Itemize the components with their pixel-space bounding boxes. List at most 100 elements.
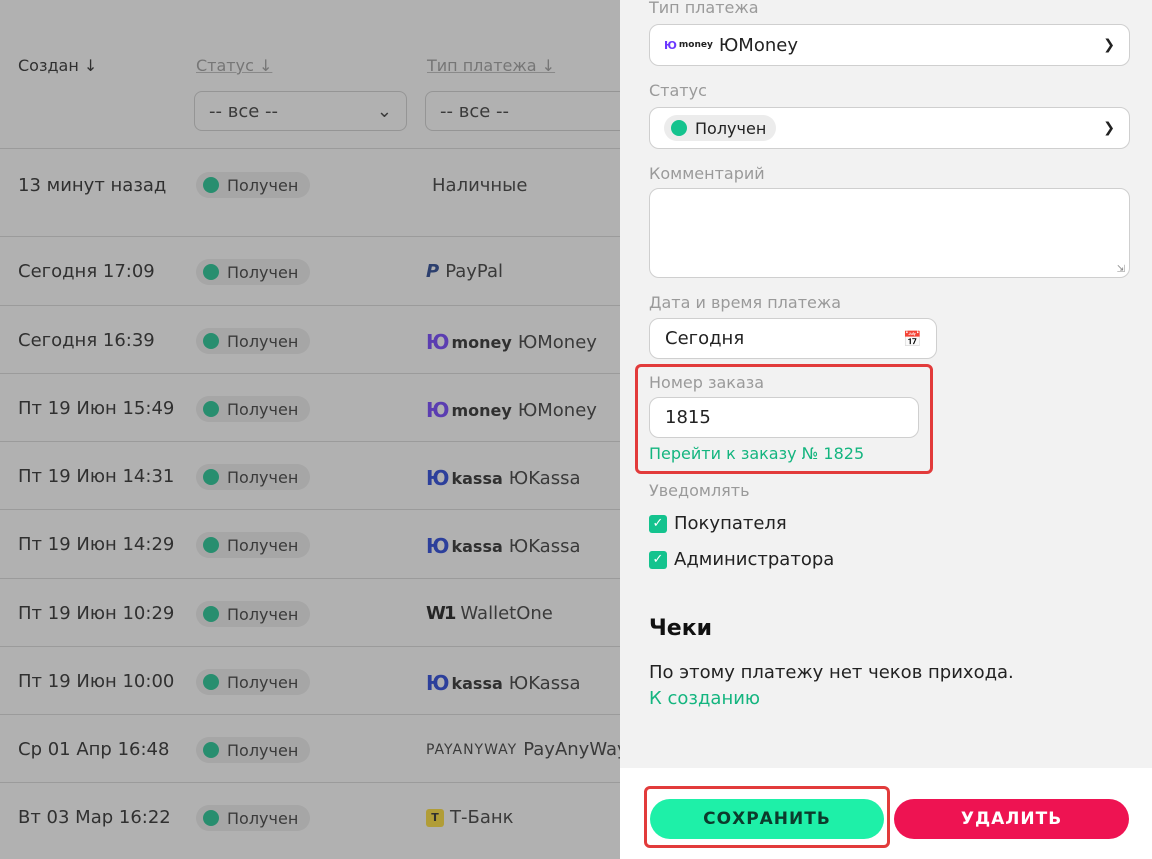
table-row[interactable]: Пт 19 Июн 10:00 Получен Юkassa ЮKassa: [0, 646, 620, 714]
status-filter-value: -- все --: [209, 100, 279, 122]
status-text: Получен: [227, 331, 299, 351]
notify-admin-checkbox[interactable]: ✓ Администратора: [649, 549, 834, 570]
payment-type-cell: W1 WalletOne: [426, 603, 553, 624]
status-dot-icon: [203, 264, 219, 280]
payment-type-cell: Юmoney ЮMoney: [426, 330, 597, 354]
table-row[interactable]: Пт 19 Июн 10:29 Получен W1 WalletOne: [0, 578, 620, 646]
payment-type-text: ЮKassa: [508, 672, 581, 694]
payanyway-logo-icon: PAYANYWAY: [426, 741, 518, 758]
status-dot-icon: [203, 177, 219, 193]
status-label: Статус: [649, 81, 707, 100]
payment-type-cell: Юkassa ЮKassa: [426, 534, 581, 558]
status-dot-icon: [203, 469, 219, 485]
status-badge: Получен: [664, 115, 777, 141]
yookassa-logo-icon: Юkassa: [426, 466, 503, 490]
status-dot-icon: [203, 401, 219, 417]
create-receipt-link[interactable]: К созданию: [649, 688, 760, 709]
status-dot-icon: [671, 120, 687, 136]
payment-type-label: Тип платежа: [649, 0, 759, 17]
payment-edit-panel: Тип платежа Юmoney ЮMoney ❯ Статус Получ…: [620, 0, 1152, 859]
status-text: Получен: [227, 399, 299, 419]
yookassa-logo-icon: Юkassa: [426, 671, 503, 695]
column-header-payment-type[interactable]: Тип платежа ↓: [427, 56, 555, 75]
order-number-input[interactable]: 1815: [649, 397, 919, 438]
comment-label: Комментарий: [649, 164, 765, 183]
payment-type-select[interactable]: Юmoney ЮMoney ❯: [649, 24, 1130, 66]
calendar-icon[interactable]: 📅: [903, 330, 922, 348]
status-value: Получен: [695, 118, 767, 138]
type-filter-select[interactable]: -- все --: [425, 91, 620, 131]
status-dot-icon: [203, 537, 219, 553]
status-dot-icon: [203, 810, 219, 826]
status-text: Получен: [227, 467, 299, 487]
resize-handle-icon[interactable]: ⇲: [1117, 264, 1125, 275]
tbank-logo-icon: T: [426, 808, 444, 827]
payment-type-text: ЮKassa: [508, 535, 581, 557]
type-filter-value: -- все --: [440, 100, 510, 122]
payment-type-cell: PAYANYWAY PayAnyWay: [426, 739, 620, 760]
status-badge: Получен: [196, 805, 311, 831]
paypal-logo-icon: P: [426, 261, 440, 282]
status-dot-icon: [203, 742, 219, 758]
status-dot-icon: [203, 333, 219, 349]
column-header-created[interactable]: Создан ↓: [18, 56, 97, 75]
notify-label: Уведомлять: [649, 481, 750, 500]
chevron-down-icon: ❯: [1103, 120, 1115, 136]
row-date: Сегодня 16:39: [18, 330, 155, 351]
chevron-down-icon: ⌄: [376, 100, 392, 122]
save-button[interactable]: СОХРАНИТЬ: [650, 799, 884, 839]
status-badge: Получен: [196, 669, 311, 695]
row-date: 13 минут назад: [18, 175, 167, 196]
status-filter-select[interactable]: -- все -- ⌄: [194, 91, 407, 131]
table-row[interactable]: Сегодня 17:09 Получен P PayPal: [0, 236, 620, 305]
walletone-logo-icon: W1: [426, 603, 456, 624]
payment-type-text: Наличные: [432, 175, 528, 196]
status-dot-icon: [203, 674, 219, 690]
delete-button[interactable]: УДАЛИТЬ: [894, 799, 1129, 839]
payment-type-text: WalletOne: [460, 603, 553, 624]
datetime-label: Дата и время платежа: [649, 293, 842, 312]
checkmark-icon: ✓: [649, 550, 667, 569]
payment-type-text: PayAnyWay: [523, 739, 620, 760]
notify-buyer-label: Покупателя: [674, 513, 787, 534]
notify-admin-label: Администратора: [674, 549, 835, 570]
datetime-input[interactable]: Сегодня 📅: [649, 318, 937, 359]
status-select[interactable]: Получен ❯: [649, 107, 1130, 149]
status-badge: Получен: [196, 601, 311, 627]
status-badge: Получен: [196, 259, 311, 285]
payment-type-cell: P PayPal: [426, 261, 503, 282]
row-date: Пт 19 Июн 14:31: [18, 466, 175, 487]
table-row[interactable]: Пт 19 Июн 14:29 Получен Юkassa ЮKassa: [0, 509, 620, 578]
status-dot-icon: [203, 606, 219, 622]
go-to-order-link[interactable]: Перейти к заказу № 1825: [649, 444, 864, 463]
notify-buyer-checkbox[interactable]: ✓ Покупателя: [649, 513, 787, 534]
payment-type-cell: Юkassa ЮKassa: [426, 671, 581, 695]
payment-type-cell: Юkassa ЮKassa: [426, 466, 581, 490]
receipts-empty-text: По этому платежу нет чеков прихода.: [649, 662, 1014, 683]
comment-textarea[interactable]: ⇲: [649, 188, 1130, 278]
payment-type-text: PayPal: [445, 261, 504, 282]
table-row[interactable]: 13 минут назад Получен Наличные: [0, 148, 620, 236]
row-date: Пт 19 Июн 10:29: [18, 603, 175, 624]
table-row[interactable]: Пт 19 Июн 15:49 Получен Юmoney ЮMoney: [0, 373, 620, 441]
receipts-title: Чеки: [649, 616, 713, 641]
status-badge: Получен: [196, 396, 311, 422]
order-number-value: 1815: [665, 407, 711, 428]
yookassa-logo-icon: Юkassa: [426, 534, 503, 558]
status-badge: Получен: [196, 172, 311, 198]
payment-type-text: Т-Банк: [450, 807, 514, 828]
payment-type-text: ЮKassa: [508, 467, 581, 489]
status-text: Получен: [227, 262, 299, 282]
payments-table: Создан ↓ Статус ↓ Тип платежа ↓ -- все -…: [0, 0, 620, 859]
column-header-status[interactable]: Статус ↓: [196, 56, 272, 75]
payment-type-text: ЮMoney: [517, 331, 597, 353]
table-row[interactable]: Сегодня 16:39 Получен Юmoney ЮMoney: [0, 305, 620, 373]
table-row[interactable]: Ср 01 Апр 16:48 Получен PAYANYWAY PayAnyW…: [0, 714, 620, 782]
table-row[interactable]: Пт 19 Июн 14:31 Получен Юkassa ЮKassa: [0, 441, 620, 509]
status-badge: Получен: [196, 532, 311, 558]
status-text: Получен: [227, 604, 299, 624]
status-text: Получен: [227, 740, 299, 760]
table-row[interactable]: Вт 03 Мар 16:22 Получен T Т-Банк: [0, 782, 620, 859]
checkmark-icon: ✓: [649, 514, 667, 533]
status-text: Получен: [227, 672, 299, 692]
